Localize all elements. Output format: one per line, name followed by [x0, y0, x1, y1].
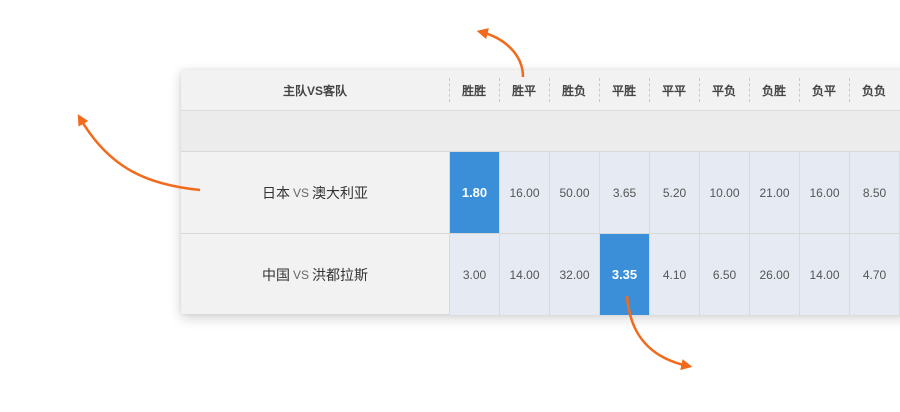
arrow-bottom-icon	[625, 295, 693, 371]
arrow-left-icon	[77, 114, 201, 192]
arrow-top-icon	[476, 28, 525, 78]
annotation-arrows	[77, 28, 693, 371]
